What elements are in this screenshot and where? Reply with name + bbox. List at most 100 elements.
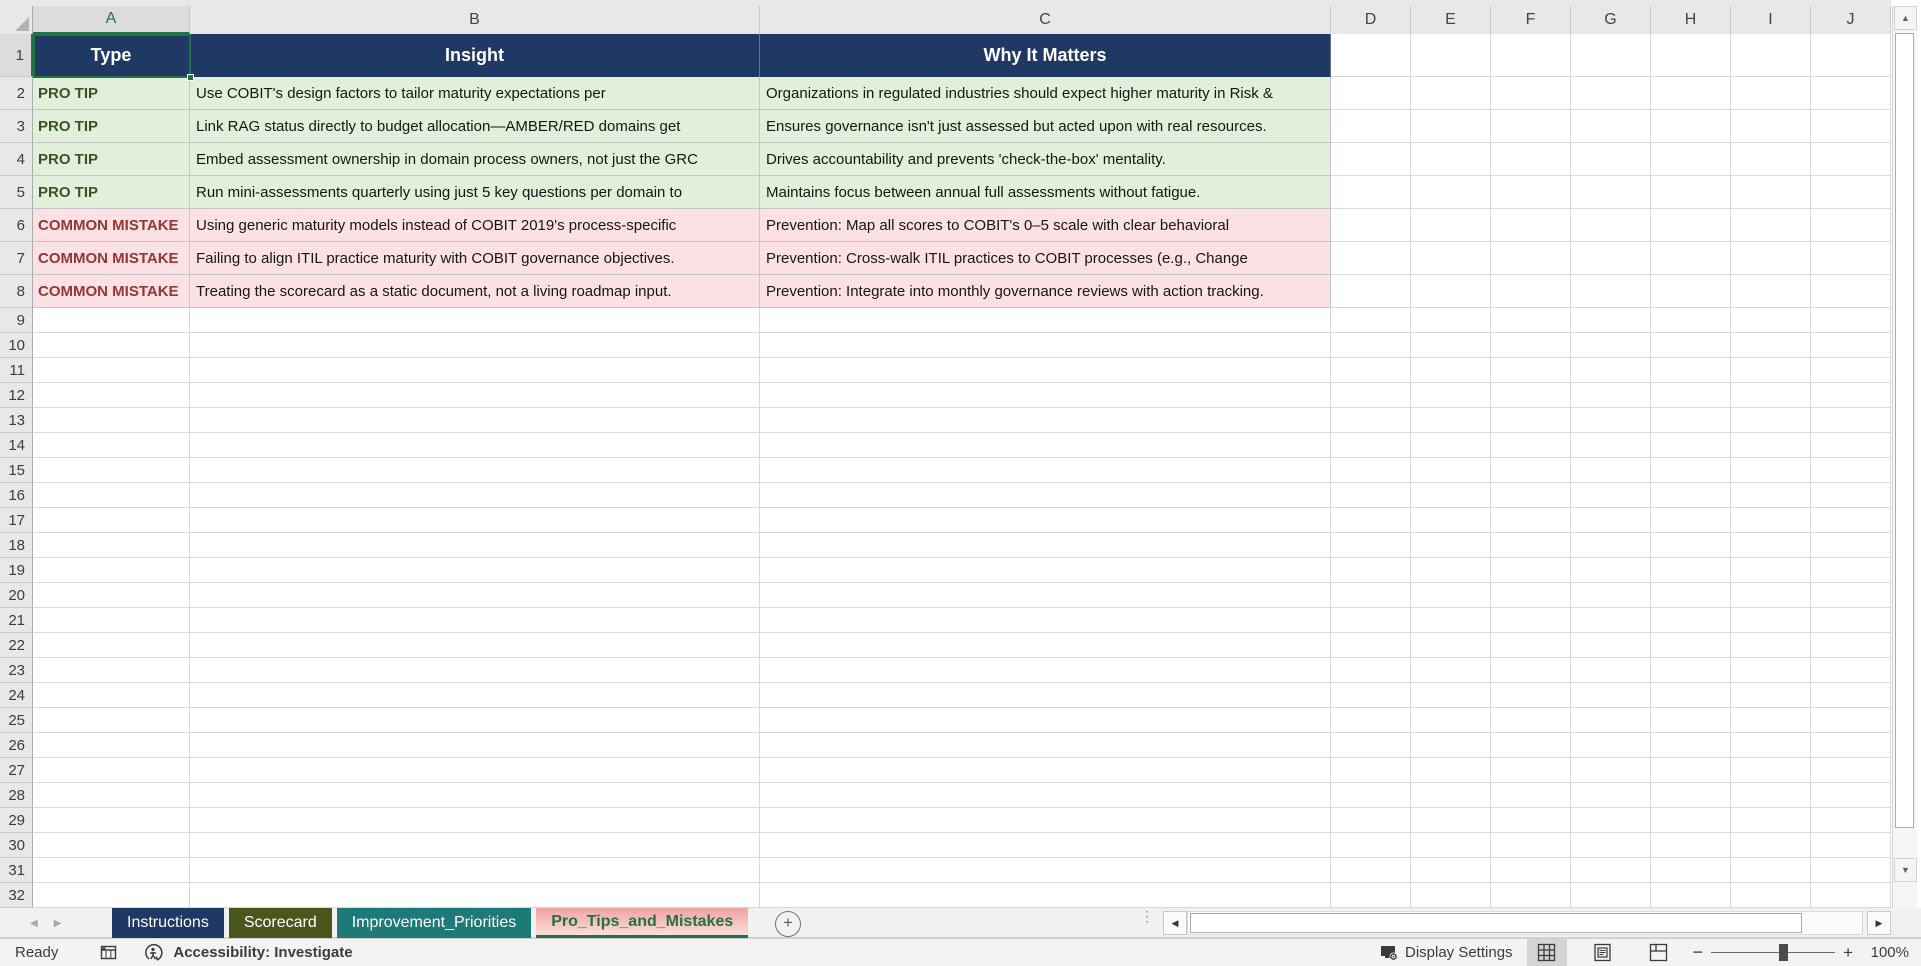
cell-B2[interactable]: Use COBIT's design factors to tailor mat…: [190, 77, 760, 110]
row-header-1[interactable]: 1: [0, 34, 33, 77]
row-header-26[interactable]: 26: [0, 733, 33, 758]
header-cell-b1[interactable]: Insight: [190, 34, 760, 77]
row-header-29[interactable]: 29: [0, 808, 33, 833]
zoom-level-button[interactable]: 100%: [1863, 944, 1909, 961]
row-header-16[interactable]: 16: [0, 483, 33, 508]
cell-C2[interactable]: Organizations in regulated industries sh…: [760, 77, 1331, 110]
row-header-20[interactable]: 20: [0, 583, 33, 608]
hscroll-right-icon[interactable]: [1867, 911, 1891, 935]
fill-handle[interactable]: [187, 74, 194, 81]
row-header-8[interactable]: 8: [0, 275, 33, 308]
row-header-18[interactable]: 18: [0, 533, 33, 558]
column-header-c[interactable]: C: [760, 6, 1331, 34]
vertical-scrollbar-thumb[interactable]: [1895, 33, 1914, 828]
page-layout-view-button[interactable]: [1583, 939, 1623, 966]
row-header-9[interactable]: 9: [0, 308, 33, 333]
row-header-27[interactable]: 27: [0, 758, 33, 783]
row-header-31[interactable]: 31: [0, 858, 33, 883]
column-header-d[interactable]: D: [1331, 6, 1411, 34]
zoom-out-button[interactable]: −: [1693, 942, 1704, 963]
cell-B5[interactable]: Run mini-assessments quarterly using jus…: [190, 176, 760, 209]
column-header-f[interactable]: F: [1491, 6, 1571, 34]
column-header-g[interactable]: G: [1571, 6, 1651, 34]
spreadsheet-grid: ABCDEFGHIJ 1 2 3 4 5 6 7 8 9 10 11 12 13 14 15 16 17 18 19…: [0, 0, 1921, 908]
row-header-15[interactable]: 15: [0, 458, 33, 483]
column-header-a[interactable]: A: [33, 6, 190, 34]
zoom-slider-handle[interactable]: [1779, 944, 1789, 961]
column-header-j[interactable]: J: [1811, 6, 1891, 34]
horizontal-scrollbar[interactable]: [1187, 911, 1863, 935]
display-settings-button[interactable]: Display Settings: [1380, 944, 1513, 962]
page-layout-view-icon: [1594, 943, 1611, 962]
cell-B6[interactable]: Using generic maturity models instead of…: [190, 209, 760, 242]
row-header-7[interactable]: 7: [0, 242, 33, 275]
row-header-5[interactable]: 5: [0, 176, 33, 209]
column-header-h[interactable]: H: [1651, 6, 1731, 34]
sheet-tab-improvement_priorities[interactable]: Improvement_Priorities: [336, 908, 532, 938]
tab-scroll-right-icon[interactable]: ▶: [54, 918, 62, 929]
macro-record-button[interactable]: [100, 944, 117, 961]
row-header-24[interactable]: 24: [0, 683, 33, 708]
cell-A8[interactable]: COMMON MISTAKE: [33, 275, 190, 308]
row-header-12[interactable]: 12: [0, 383, 33, 408]
row-header-19[interactable]: 19: [0, 558, 33, 583]
row-header-2[interactable]: 2: [0, 77, 33, 110]
row-header-28[interactable]: 28: [0, 783, 33, 808]
row-header-3[interactable]: 3: [0, 110, 33, 143]
cell-A4[interactable]: PRO TIP: [33, 143, 190, 176]
row-header-14[interactable]: 14: [0, 433, 33, 458]
cell-C3[interactable]: Ensures governance isn't just assessed b…: [760, 110, 1331, 143]
row-header-30[interactable]: 30: [0, 833, 33, 858]
accessibility-status-button[interactable]: Accessibility: Investigate: [145, 943, 353, 963]
sheet-tab-instructions[interactable]: Instructions: [112, 908, 224, 938]
tab-splitter-handle[interactable]: [1140, 913, 1148, 933]
column-header-e[interactable]: E: [1411, 6, 1491, 34]
sheet-tab-pro_tips_and_mistakes[interactable]: Pro_Tips_and_Mistakes: [536, 908, 749, 938]
gridline: [33, 432, 1891, 433]
gridline: [33, 532, 1891, 533]
cell-B8[interactable]: Treating the scorecard as a static docum…: [190, 275, 760, 308]
row-header-23[interactable]: 23: [0, 658, 33, 683]
cell-C8[interactable]: Prevention: Integrate into monthly gover…: [760, 275, 1331, 308]
horizontal-scrollbar-thumb[interactable]: [1190, 913, 1802, 933]
cell-A3[interactable]: PRO TIP: [33, 110, 190, 143]
normal-view-button[interactable]: [1526, 939, 1567, 966]
scroll-down-icon[interactable]: [1894, 858, 1917, 882]
cell-A6[interactable]: COMMON MISTAKE: [33, 209, 190, 242]
row-header-32[interactable]: 32: [0, 883, 33, 908]
column-header-b[interactable]: B: [190, 6, 760, 34]
display-settings-label: Display Settings: [1404, 944, 1513, 961]
row-header-4[interactable]: 4: [0, 143, 33, 176]
cell-A2[interactable]: PRO TIP: [33, 77, 190, 110]
row-header-13[interactable]: 13: [0, 408, 33, 433]
select-all-button[interactable]: [0, 6, 33, 34]
row-header-22[interactable]: 22: [0, 633, 33, 658]
cell-C7[interactable]: Prevention: Cross-walk ITIL practices to…: [760, 242, 1331, 275]
page-break-preview-button[interactable]: [1639, 939, 1679, 966]
scroll-up-icon[interactable]: [1894, 6, 1917, 30]
header-cell-c1[interactable]: Why It Matters: [760, 34, 1331, 77]
cell-A5[interactable]: PRO TIP: [33, 176, 190, 209]
vertical-scrollbar[interactable]: [1892, 6, 1917, 908]
cell-C6[interactable]: Prevention: Map all scores to COBIT's 0–…: [760, 209, 1331, 242]
tab-scroll-left-icon[interactable]: ◀: [30, 918, 38, 929]
add-sheet-button[interactable]: +: [775, 911, 801, 937]
row-header-10[interactable]: 10: [0, 333, 33, 358]
header-cell-a1[interactable]: Type: [33, 34, 190, 77]
cell-C5[interactable]: Maintains focus between annual full asse…: [760, 176, 1331, 209]
row-header-25[interactable]: 25: [0, 708, 33, 733]
cell-B7[interactable]: Failing to align ITIL practice maturity …: [190, 242, 760, 275]
row-header-11[interactable]: 11: [0, 358, 33, 383]
sheet-tab-scorecard[interactable]: Scorecard: [228, 908, 332, 938]
cell-B3[interactable]: Link RAG status directly to budget alloc…: [190, 110, 760, 143]
cell-A7[interactable]: COMMON MISTAKE: [33, 242, 190, 275]
hscroll-left-icon[interactable]: [1163, 911, 1187, 935]
zoom-slider[interactable]: [1711, 939, 1836, 966]
row-header-17[interactable]: 17: [0, 508, 33, 533]
row-header-6[interactable]: 6: [0, 209, 33, 242]
column-header-i[interactable]: I: [1731, 6, 1811, 34]
row-header-21[interactable]: 21: [0, 608, 33, 633]
cell-B4[interactable]: Embed assessment ownership in domain pro…: [190, 143, 760, 176]
cell-C4[interactable]: Drives accountability and prevents 'chec…: [760, 143, 1331, 176]
zoom-in-button[interactable]: +: [1843, 943, 1853, 963]
